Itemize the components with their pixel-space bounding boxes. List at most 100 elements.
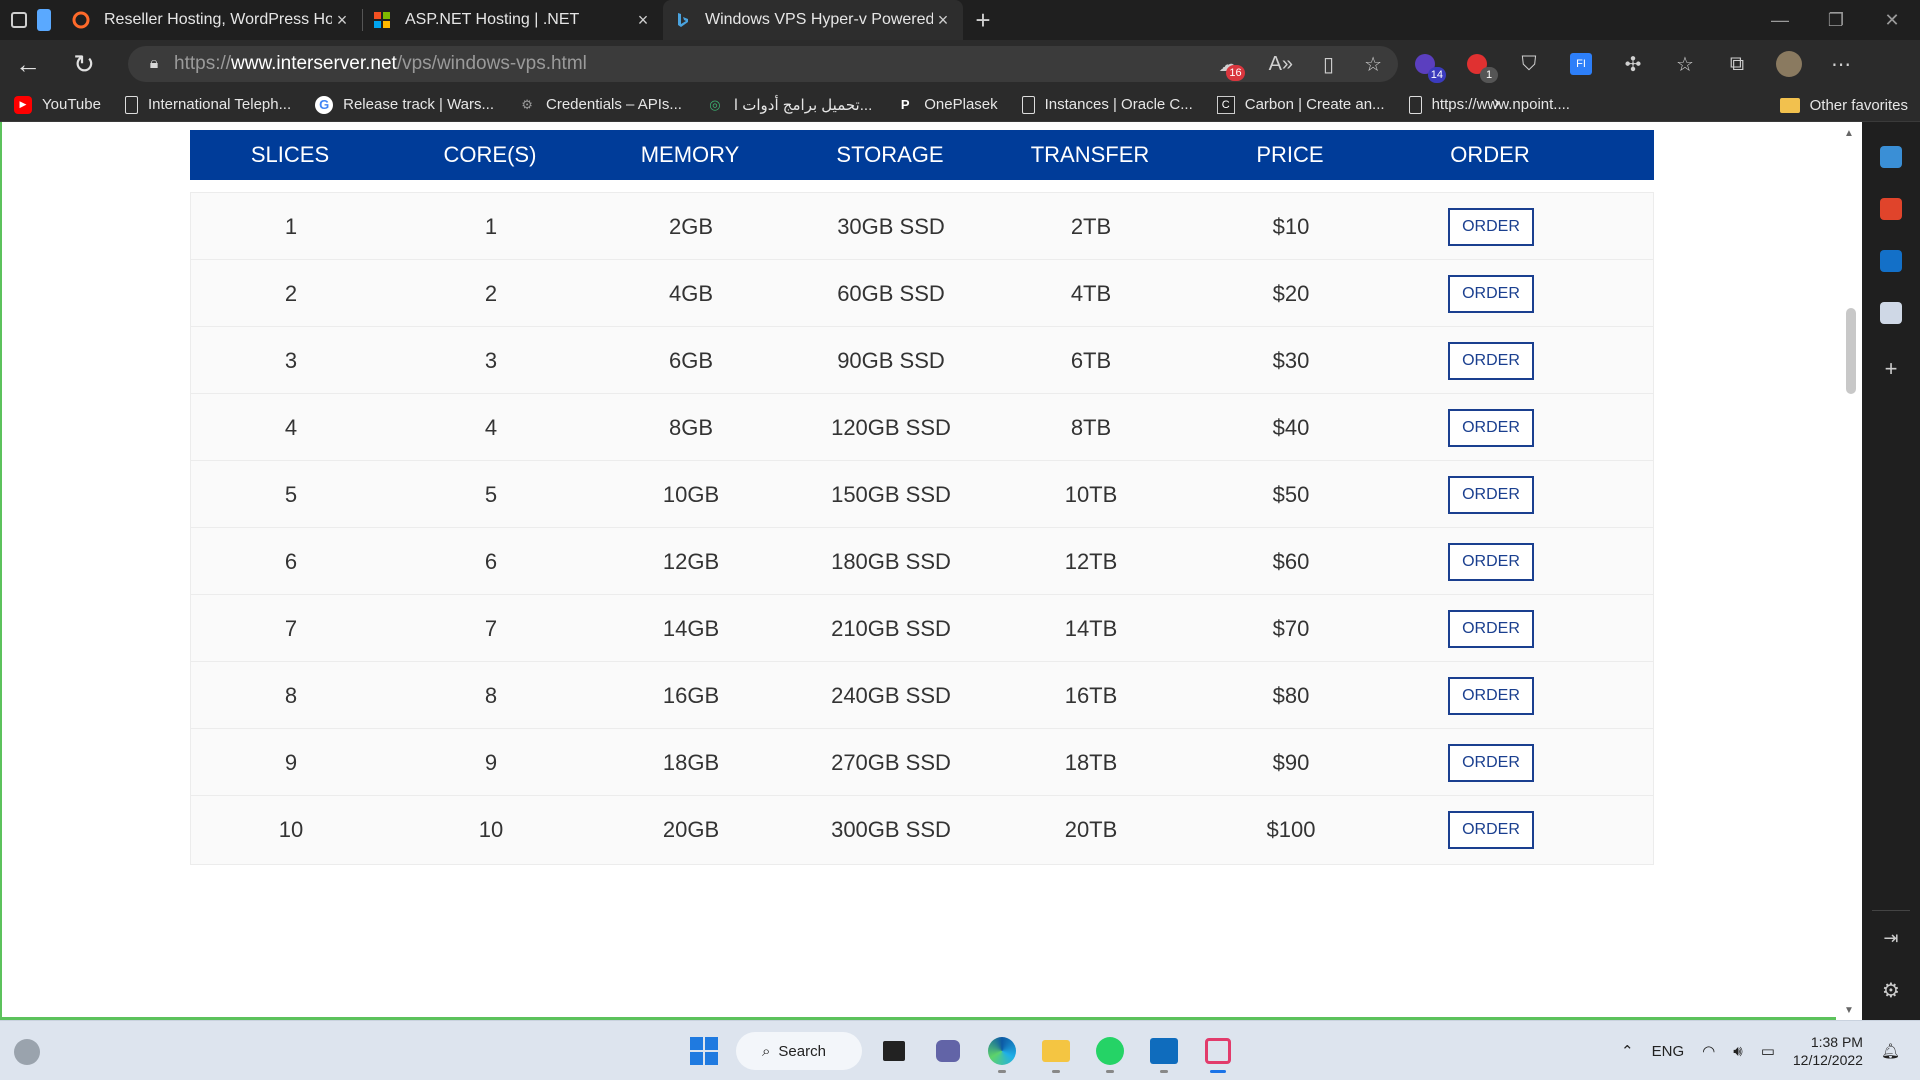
scroll-up-icon[interactable]: ▲ (1844, 128, 1854, 139)
page-icon (124, 95, 138, 114)
edge-app-icon[interactable] (980, 1029, 1024, 1073)
tracking-prevention-icon[interactable]: ☁ 16 (1219, 52, 1245, 81)
favorite-arabic-tools[interactable]: ◎ تحميل برامج أدوات ا... (706, 96, 872, 114)
cell-price: $100 (1266, 817, 1316, 842)
order-button[interactable]: ORDER (1448, 744, 1534, 782)
office-icon[interactable] (1880, 198, 1902, 220)
battery-icon[interactable]: ▭ (1761, 1042, 1775, 1060)
back-button[interactable]: ← (0, 40, 56, 88)
address-bar[interactable]: 🔒︎ https://www.interserver.net/vps/windo… (128, 46, 1398, 82)
tools-icon[interactable] (1880, 146, 1902, 168)
chevron-up-icon[interactable]: ⌃ (1621, 1042, 1634, 1060)
order-button[interactable]: ORDER (1448, 342, 1534, 380)
read-aloud-icon[interactable]: A» (1269, 53, 1293, 76)
close-window-icon[interactable]: ✕ (1864, 0, 1920, 40)
outlook-icon[interactable] (1880, 250, 1902, 272)
order-button[interactable]: ORDER (1448, 543, 1534, 581)
cell-storage: 300GB SSD (831, 817, 951, 842)
profile-avatar[interactable] (1774, 49, 1804, 79)
tab-actions-icon[interactable] (11, 12, 27, 28)
workspaces-icon[interactable] (37, 9, 51, 31)
favorite-international-teleph[interactable]: International Teleph... (124, 95, 291, 114)
hide-sidebar-icon[interactable]: ⇥ (1880, 928, 1902, 950)
tab-windows-vps[interactable]: Windows VPS Hyper-v Powered | × (663, 0, 963, 40)
cell-storage: 120GB SSD (831, 415, 951, 440)
more-menu-icon[interactable]: ⋯ (1826, 49, 1856, 79)
order-button[interactable]: ORDER (1448, 208, 1534, 246)
task-view-icon[interactable] (872, 1029, 916, 1073)
favorite-release-track[interactable]: G Release track | Wars... (315, 95, 494, 114)
extensions-area: 14 1 ⛉ FI ✣ ☆ ⧉ ⋯ (1410, 40, 1856, 88)
start-button[interactable] (682, 1029, 726, 1073)
other-favorites[interactable]: Other favorites (1779, 88, 1908, 122)
notes-icon[interactable] (1880, 302, 1902, 324)
add-icon[interactable]: + (1880, 358, 1902, 380)
order-button[interactable]: ORDER (1448, 409, 1534, 447)
gear-icon: ⚙ (521, 96, 533, 112)
restore-icon[interactable]: ❐ (1808, 0, 1864, 40)
lock-icon[interactable]: 🔒︎ (134, 55, 174, 73)
order-button[interactable]: ORDER (1448, 677, 1534, 715)
language-indicator[interactable]: ENG (1652, 1043, 1685, 1060)
order-button[interactable]: ORDER (1448, 476, 1534, 514)
page-scrollbar[interactable]: ▲ ▼ (1836, 122, 1862, 1020)
refresh-button[interactable]: ↻ (56, 40, 112, 88)
cell-order: ORDER (1391, 677, 1591, 715)
order-button[interactable]: ORDER (1448, 811, 1534, 849)
snipping-tool-icon[interactable] (1196, 1029, 1240, 1073)
new-tab-button[interactable]: + (963, 0, 1003, 40)
notifications-icon[interactable]: 🔔︎ (1881, 1042, 1900, 1060)
cell-order: ORDER (1391, 342, 1591, 380)
shield-icon[interactable]: ⛉ (1514, 49, 1544, 79)
teams-chat-icon[interactable] (926, 1029, 970, 1073)
collections-icon[interactable]: ⧉ (1722, 49, 1752, 79)
immersive-reader-icon[interactable]: ▯ (1323, 52, 1334, 77)
order-button[interactable]: ORDER (1448, 610, 1534, 648)
table-row: 3 3 6GB 90GB SSD 6TB $30 ORDER (190, 326, 1654, 396)
close-tab-icon[interactable]: × (633, 10, 653, 31)
order-button[interactable]: ORDER (1448, 275, 1534, 313)
settings-gear-icon[interactable]: ⚙ (1880, 978, 1902, 1002)
url-prefix: https:// (174, 53, 232, 74)
chevron-right-icon[interactable]: › (1493, 92, 1500, 115)
tab-aspnet-hosting[interactable]: ASP.NET Hosting | .NET × (363, 0, 663, 40)
add-favorite-icon[interactable]: ☆ (1364, 52, 1382, 77)
extension-red-icon[interactable]: 1 (1462, 49, 1498, 83)
weather-icon[interactable] (14, 1039, 40, 1065)
extension-badge: 14 (1427, 67, 1446, 83)
extensions-puzzle-icon[interactable]: ✣ (1618, 49, 1648, 79)
close-tab-icon[interactable]: × (332, 10, 352, 31)
close-tab-icon[interactable]: × (933, 10, 953, 31)
file-explorer-icon[interactable] (1034, 1029, 1078, 1073)
table-row: 7 7 14GB 210GB SSD 14TB $70 ORDER (190, 594, 1654, 664)
extension-fi-icon[interactable]: FI (1566, 49, 1596, 79)
favorite-youtube[interactable]: ▶ YouTube (14, 95, 101, 114)
cell-transfer: 12TB (1064, 549, 1118, 574)
cell-row-slice: 4 (284, 415, 298, 440)
favorite-oneplasek[interactable]: P OnePlasek (896, 96, 998, 114)
cell-memory: 20GB (662, 817, 720, 842)
favorite-carbon[interactable]: C Carbon | Create an... (1216, 95, 1385, 114)
favorites-icon[interactable]: ☆ (1670, 49, 1700, 79)
volume-icon[interactable]: 🔊︎ (1733, 1043, 1742, 1060)
extension-purple-icon[interactable]: 14 (1410, 49, 1446, 83)
cell-cores: 10 (478, 817, 504, 842)
outlook-app-icon[interactable] (1142, 1029, 1186, 1073)
cell-row-slice: 9 (284, 750, 298, 775)
favorite-credentials-apis[interactable]: ⚙ Credentials – APIs... (518, 96, 682, 114)
clock[interactable]: 1:38 PM 12/12/2022 (1793, 1033, 1863, 1069)
minimize-icon[interactable]: — (1752, 0, 1808, 40)
tab-reseller-hosting[interactable]: Reseller Hosting, WordPress Host × (62, 0, 362, 40)
scroll-thumb[interactable] (1846, 308, 1856, 394)
microsoft-favicon-icon (374, 12, 390, 28)
wifi-icon[interactable]: ◠ (1702, 1042, 1715, 1060)
green-circle-icon: ◎ (709, 96, 721, 112)
taskbar-search[interactable]: ⌕ Search (736, 1032, 862, 1070)
date: 12/12/2022 (1792, 1052, 1863, 1068)
favorite-instances-oracle[interactable]: Instances | Oracle C... (1021, 95, 1193, 114)
other-favorites-label: Other favorites (1809, 96, 1908, 114)
bing-favicon-icon (678, 13, 688, 27)
scroll-down-icon[interactable]: ▼ (1844, 1005, 1854, 1016)
favorite-npoint[interactable]: https://www.npoint.... (1408, 95, 1570, 114)
whatsapp-icon[interactable] (1088, 1029, 1132, 1073)
